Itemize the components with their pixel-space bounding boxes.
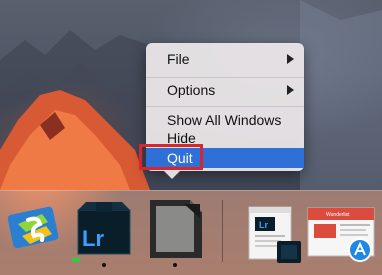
dock-window-wunderlist[interactable]: Wunderlist <box>306 206 378 264</box>
dock-divider <box>222 200 223 262</box>
menu-pointer <box>164 171 180 179</box>
menu-item-options-label: Options <box>167 82 216 98</box>
dock-app-libreoffice[interactable] <box>144 198 206 260</box>
app-context-menu: File Options Show All Windows Hide Quit <box>139 43 304 179</box>
quit-annotation-outline <box>139 144 203 170</box>
submenu-arrow-icon <box>287 85 294 95</box>
lightroom-window-thumbnail: Lr <box>248 206 301 263</box>
lightroom-window-badge-label: Lr <box>259 220 268 230</box>
running-indicator <box>102 263 106 267</box>
libreoffice-icon <box>150 200 202 258</box>
dock-window-lightroom[interactable]: Lr <box>247 205 303 263</box>
menu-item-quit[interactable]: Quit <box>139 144 304 170</box>
menu-item-options[interactable]: Options <box>146 80 304 100</box>
menu-item-file-label: File <box>167 51 190 67</box>
menu-separator <box>146 77 304 78</box>
menu-item-file[interactable]: File <box>146 49 304 69</box>
lightroom-icon: Lr <box>77 202 131 255</box>
wunderlist-window-title: Wunderlist <box>326 212 350 218</box>
download-progress-bar <box>72 258 80 262</box>
running-indicator <box>173 263 177 267</box>
menu-separator <box>146 106 304 107</box>
lightroom-icon-label: Lr <box>82 226 104 251</box>
submenu-arrow-icon <box>287 54 294 64</box>
menu-item-show-all-windows[interactable]: Show All Windows <box>146 110 304 130</box>
dock-app-subtitle-edit[interactable] <box>4 196 66 258</box>
menu-item-show-all-windows-label: Show All Windows <box>167 112 282 128</box>
wunderlist-window-thumbnail: Wunderlist <box>307 207 375 262</box>
dock-app-lightroom[interactable]: Lr <box>72 200 136 262</box>
subtitle-edit-icon <box>7 206 59 249</box>
